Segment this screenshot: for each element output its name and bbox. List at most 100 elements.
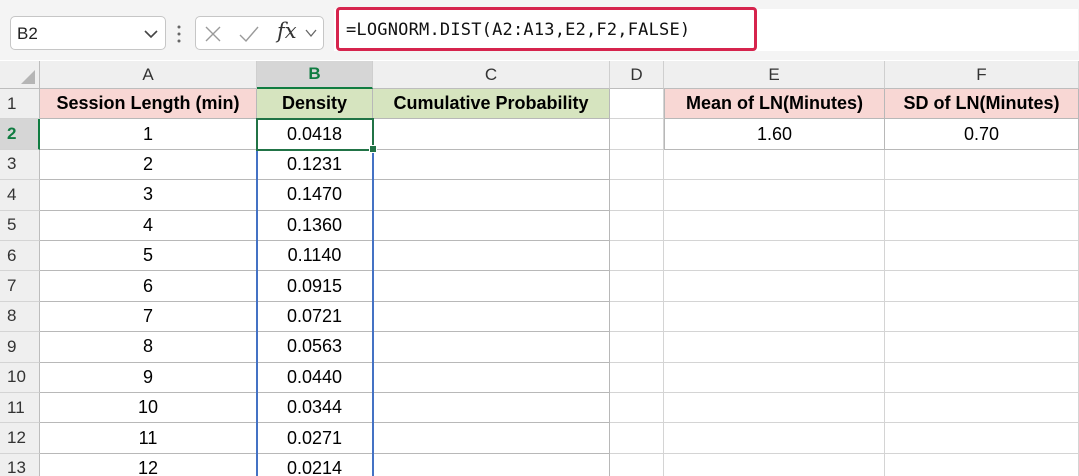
density-cell[interactable]: 0.0418 [257,119,373,150]
chevron-down-icon[interactable] [141,24,161,44]
cell-d9[interactable] [610,332,664,363]
session-length-cell[interactable]: 1 [40,119,257,150]
mean-value-cell[interactable]: 1.60 [664,119,885,150]
session-length-cell[interactable]: 12 [40,453,257,476]
cell-d3[interactable] [610,149,664,181]
column-header-f[interactable]: F [885,61,1079,89]
session-length-cell[interactable]: 6 [40,271,257,302]
cumulative-probability-cell[interactable] [373,149,610,181]
row-header-1[interactable]: 1 [0,89,40,120]
density-cell[interactable]: 0.0721 [257,301,373,333]
name-box[interactable]: B2 [10,16,166,50]
cell-f11[interactable] [885,393,1079,424]
cell-e6[interactable] [664,241,885,272]
cell-d8[interactable] [610,301,664,333]
row-header-4[interactable]: 4 [0,180,40,211]
cell-f13[interactable] [885,453,1079,476]
column-header-e[interactable]: E [664,61,885,89]
session-length-cell[interactable]: 3 [40,180,257,211]
cell-e8[interactable] [664,301,885,333]
cell-e4[interactable] [664,180,885,211]
cell-d12[interactable] [610,423,664,454]
cell-d1[interactable] [610,89,664,120]
cumulative-probability-cell[interactable] [373,393,610,424]
row-header-2[interactable]: 2 [0,119,40,150]
row-header-7[interactable]: 7 [0,271,40,302]
row-header-11[interactable]: 11 [0,393,40,424]
header-density[interactable]: Density [257,89,373,120]
row-header-13[interactable]: 13 [0,453,40,476]
column-header-c[interactable]: C [373,61,610,89]
row-header-3[interactable]: 3 [0,149,40,181]
row-header-6[interactable]: 6 [0,241,40,272]
cell-e10[interactable] [664,362,885,393]
row-header-5[interactable]: 5 [0,210,40,241]
density-cell[interactable]: 0.0344 [257,393,373,424]
column-header-a[interactable]: A [40,61,257,89]
header-cumulative-probability[interactable]: Cumulative Probability [373,89,610,120]
cell-f8[interactable] [885,301,1079,333]
cell-e9[interactable] [664,332,885,363]
row-header-8[interactable]: 8 [0,301,40,333]
session-length-cell[interactable]: 9 [40,362,257,393]
density-cell[interactable]: 0.0563 [257,332,373,363]
density-cell[interactable]: 0.1360 [257,210,373,241]
row-header-9[interactable]: 9 [0,332,40,363]
density-cell[interactable]: 0.0271 [257,423,373,454]
density-cell[interactable]: 0.1140 [257,241,373,272]
cell-f6[interactable] [885,241,1079,272]
session-length-cell[interactable]: 4 [40,210,257,241]
density-cell[interactable]: 0.0915 [257,271,373,302]
cumulative-probability-cell[interactable] [373,332,610,363]
cell-f12[interactable] [885,423,1079,454]
cumulative-probability-cell[interactable] [373,301,610,333]
cell-f5[interactable] [885,210,1079,241]
session-length-cell[interactable]: 7 [40,301,257,333]
name-box-value[interactable]: B2 [17,24,38,44]
header-mean-ln[interactable]: Mean of LN(Minutes) [664,89,885,120]
column-header-b[interactable]: B [257,61,373,89]
cell-f7[interactable] [885,271,1079,302]
session-length-cell[interactable]: 11 [40,423,257,454]
cell-e13[interactable] [664,453,885,476]
cumulative-probability-cell[interactable] [373,453,610,476]
select-all-button[interactable] [0,61,40,89]
cell-e7[interactable] [664,271,885,302]
cumulative-probability-cell[interactable] [373,241,610,272]
cell-e5[interactable] [664,210,885,241]
cell-f4[interactable] [885,180,1079,211]
cell-e3[interactable] [664,149,885,181]
cell-d13[interactable] [610,453,664,476]
cumulative-probability-cell[interactable] [373,210,610,241]
cumulative-probability-cell[interactable] [373,180,610,211]
header-sd-ln[interactable]: SD of LN(Minutes) [885,89,1079,120]
row-header-10[interactable]: 10 [0,362,40,393]
cell-e12[interactable] [664,423,885,454]
cell-f10[interactable] [885,362,1079,393]
cell-d7[interactable] [610,271,664,302]
cumulative-probability-cell[interactable] [373,271,610,302]
cell-d2[interactable] [610,119,664,150]
cell-d11[interactable] [610,393,664,424]
density-cell[interactable]: 0.1470 [257,180,373,211]
session-length-cell[interactable]: 8 [40,332,257,363]
insert-function-icon[interactable]: fx [277,19,297,43]
cancel-icon[interactable] [204,25,222,43]
resize-handle-icon[interactable] [176,22,182,46]
cell-d5[interactable] [610,210,664,241]
check-icon[interactable] [238,24,260,44]
cumulative-probability-cell[interactable] [373,423,610,454]
cell-d10[interactable] [610,362,664,393]
cumulative-probability-cell[interactable] [373,362,610,393]
row-header-12[interactable]: 12 [0,423,40,454]
density-cell[interactable]: 0.0214 [257,453,373,476]
cell-f3[interactable] [885,149,1079,181]
cell-f9[interactable] [885,332,1079,363]
session-length-cell[interactable]: 10 [40,393,257,424]
fill-handle[interactable] [369,144,377,153]
density-cell[interactable]: 0.0440 [257,362,373,393]
session-length-cell[interactable]: 2 [40,149,257,181]
density-cell[interactable]: 0.1231 [257,149,373,181]
chevron-down-icon[interactable] [304,26,318,40]
cumulative-probability-cell[interactable] [373,119,610,150]
